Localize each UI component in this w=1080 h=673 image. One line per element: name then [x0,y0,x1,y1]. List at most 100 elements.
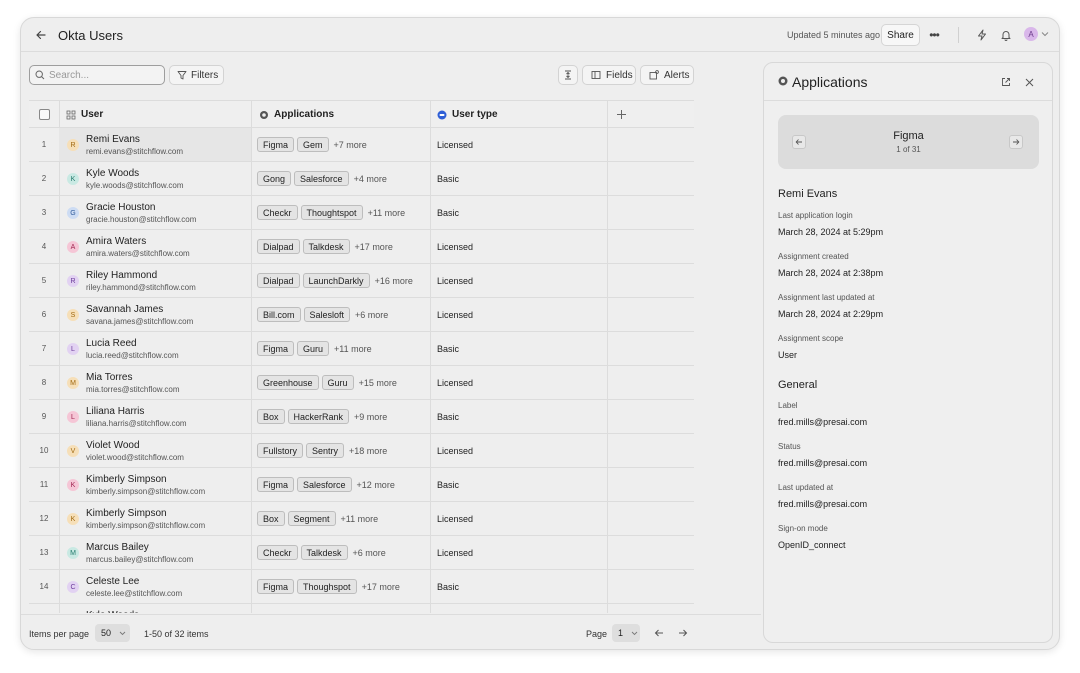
user-cell[interactable]: Kyle Woods [59,604,251,613]
column-header-user[interactable]: User [66,101,103,128]
app-chip[interactable]: Figma [257,579,295,594]
filters-button[interactable]: Filters [169,65,224,85]
user-cell[interactable]: M Mia Torres mia.torres@stitchflow.com [59,366,251,399]
external-link-icon[interactable] [1000,76,1012,88]
user-cell[interactable]: L Lucia Reed lucia.reed@stitchflow.com [59,332,251,365]
app-chip[interactable]: Dialpad [257,273,300,288]
more-apps-count[interactable]: +12 more [357,480,395,490]
column-header-applications[interactable]: Applications [259,101,334,128]
applications-cell[interactable]: Figma Gem +7 more [252,128,430,161]
chevron-down-icon[interactable] [1040,28,1050,40]
app-chip[interactable]: Sentry [306,443,345,458]
table-row[interactable]: 5 R Riley Hammond riley.hammond@stitchflow.… [29,264,694,298]
more-apps-count[interactable]: +4 more [354,174,387,184]
more-apps-count[interactable]: +6 more [355,310,388,320]
user-cell[interactable]: M Marcus Bailey marcus.bailey@stitchflow.c… [59,536,251,569]
user-cell[interactable]: A Amira Waters amira.waters@stitchflow.com [59,230,251,263]
app-chip[interactable]: Checkr [257,545,298,560]
table-row[interactable]: 1 R Remi Evans remi.evans@stitchflow.com Fig… [29,128,694,162]
table-row[interactable]: 6 S Savannah James savana.james@stitchflow.… [29,298,694,332]
user-avatar[interactable]: A [1024,27,1038,41]
app-chip[interactable]: Thoughspot [297,579,357,594]
page-select[interactable]: 1 [612,624,640,642]
user-cell[interactable]: R Remi Evans remi.evans@stitchflow.com [59,128,251,161]
table-row[interactable]: 2 K Kyle Woods kyle.woods@stitchflow.com Gon… [29,162,694,196]
applications-cell[interactable]: Figma Guru +11 more [252,332,430,365]
fields-button[interactable]: Fields [582,65,636,85]
select-all-checkbox[interactable] [39,109,50,120]
app-chip[interactable]: Figma [257,477,295,492]
user-cell[interactable]: V Violet Wood violet.wood@stitchflow.com [59,434,251,467]
alerts-button[interactable]: Alerts [640,65,694,85]
app-chip[interactable]: Dialpad [257,239,300,254]
more-apps-count[interactable]: +6 more [353,548,386,558]
close-icon[interactable] [1023,76,1035,88]
more-apps-count[interactable]: +11 more [368,208,406,218]
applications-cell[interactable]: Greenhouse Guru +15 more [252,366,430,399]
applications-cell[interactable]: Checkr Talkdesk +6 more [252,536,430,569]
app-chip[interactable]: Salesforce [294,171,349,186]
user-cell[interactable]: K Kimberly Simpson kimberly.simpson@stitch… [59,468,251,501]
table-row[interactable]: 12 K Kimberly Simpson kimberly.simpson@stit… [29,502,694,536]
app-chip[interactable]: Talkdesk [300,545,348,560]
user-cell[interactable]: K Kyle Woods kyle.woods@stitchflow.com [59,162,251,195]
applications-cell[interactable]: Fullstory Sentry +18 more [252,434,430,467]
applications-cell[interactable]: Box HackerRank +9 more [252,400,430,433]
table-row[interactable]: 4 A Amira Waters amira.waters@stitchflow.co… [29,230,694,264]
column-header-user-type[interactable]: User type [437,101,498,128]
app-chip[interactable]: LaunchDarkly [302,273,370,288]
more-apps-count[interactable]: +7 more [334,140,367,150]
back-arrow-icon[interactable] [33,27,49,43]
search-input-box[interactable] [29,65,165,85]
more-apps-count[interactable]: +16 more [375,276,413,286]
app-chip[interactable]: Guru [297,341,330,356]
bell-icon[interactable] [998,27,1014,43]
app-chip[interactable]: Box [257,511,285,526]
app-chip[interactable]: Figma [257,341,295,356]
search-input[interactable] [49,69,159,81]
applications-cell[interactable]: Figma Salesforce +12 more [252,468,430,501]
user-cell[interactable]: R Riley Hammond riley.hammond@stitchflow.c… [59,264,251,297]
table-row[interactable]: 9 L Liliana Harris liliana.harris@stitchflo… [29,400,694,434]
app-chip[interactable]: HackerRank [287,409,350,424]
applications-cell[interactable]: Bill.com Salesloft +6 more [252,298,430,331]
applications-cell[interactable]: Dialpad LaunchDarkly +16 more [252,264,430,297]
more-apps-count[interactable]: +11 more [334,344,372,354]
app-chip[interactable]: Segment [287,511,336,526]
user-cell[interactable]: S Savannah James savana.james@stitchflow.c… [59,298,251,331]
more-options-icon[interactable]: ••• [927,27,941,43]
table-row[interactable]: Kyle Woods [29,604,694,613]
app-chip[interactable]: Greenhouse [257,375,319,390]
app-chip[interactable]: Gem [297,137,329,152]
table-row[interactable]: 11 K Kimberly Simpson kimberly.simpson@stit… [29,468,694,502]
more-apps-count[interactable]: +18 more [349,446,387,456]
app-chip[interactable]: Fullstory [257,443,304,458]
table-row[interactable]: 13 M Marcus Bailey marcus.bailey@stitchflow… [29,536,694,570]
app-chip[interactable]: Gong [257,171,292,186]
next-page-icon[interactable] [677,627,689,639]
user-cell[interactable]: G Gracie Houston gracie.houston@stitchflow… [59,196,251,229]
more-apps-count[interactable]: +17 more [355,242,393,252]
items-per-page-select[interactable]: 50 [95,624,130,642]
app-chip[interactable]: Figma [257,137,295,152]
applications-cell[interactable] [252,604,430,613]
more-apps-count[interactable]: +9 more [354,412,387,422]
more-apps-count[interactable]: +17 more [362,582,400,592]
applications-cell[interactable]: Figma Thoughspot +17 more [252,570,430,603]
app-chip[interactable]: Salesforce [297,477,352,492]
prev-page-icon[interactable] [653,627,665,639]
table-row[interactable]: 7 L Lucia Reed lucia.reed@stitchflow.com Fig… [29,332,694,366]
carousel-next-icon[interactable] [1009,135,1023,149]
more-apps-count[interactable]: +15 more [359,378,397,388]
applications-cell[interactable]: Box Segment +11 more [252,502,430,535]
share-button[interactable]: Share [881,24,920,46]
app-chip[interactable]: Bill.com [257,307,301,322]
applications-cell[interactable]: Gong Salesforce +4 more [252,162,430,195]
row-height-button[interactable] [558,65,578,85]
app-chip[interactable]: Talkdesk [302,239,350,254]
app-chip[interactable]: Box [257,409,285,424]
app-chip[interactable]: Guru [321,375,354,390]
app-chip[interactable]: Salesloft [303,307,351,322]
table-row[interactable]: 8 M Mia Torres mia.torres@stitchflow.com Gre… [29,366,694,400]
user-cell[interactable]: C Celeste Lee celeste.lee@stitchflow.com [59,570,251,603]
